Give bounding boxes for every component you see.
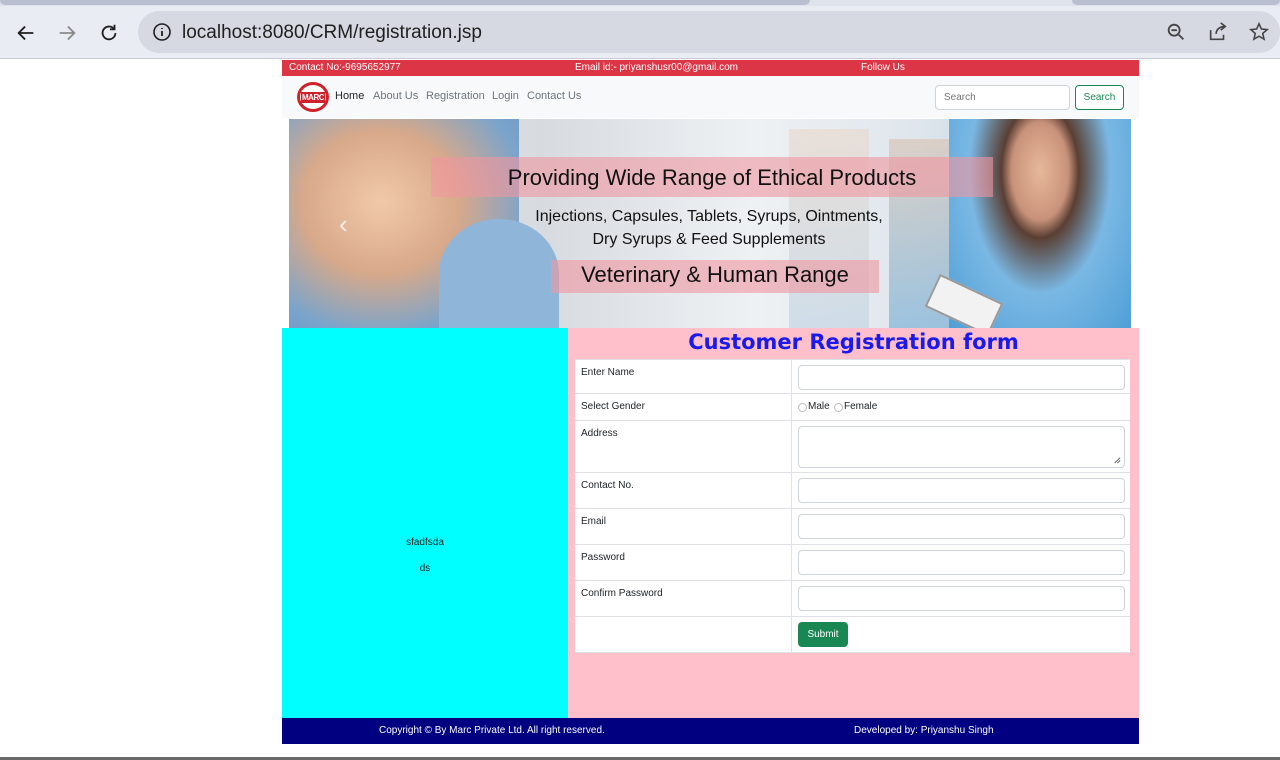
nav-contact-us[interactable]: Contact Us (527, 90, 581, 102)
email-label: Email (581, 516, 607, 527)
form-row-submit: Submit (575, 617, 1130, 653)
contact-field[interactable] (798, 478, 1125, 503)
browser-toolbar: localhost:8080/CRM/registration.jsp (0, 6, 1280, 59)
form-row-password: Password (575, 545, 1130, 581)
left-panel: sfadfsda ds (282, 328, 568, 718)
gender-female-radio[interactable] (834, 403, 843, 412)
registration-panel: Customer Registration form Enter Name Se… (568, 328, 1139, 718)
web-page: Contact No:-9695652977 Email id:- priyan… (282, 60, 1139, 744)
search-button[interactable]: Search (1075, 85, 1124, 110)
submit-button[interactable]: Submit (798, 622, 848, 647)
footer-developer: Developed by: Priyanshu Singh (854, 725, 994, 736)
resize-handle-icon[interactable] (1112, 455, 1121, 464)
banner-title: Providing Wide Range of Ethical Products (507, 165, 917, 190)
browser-tab[interactable] (1072, 0, 1280, 5)
footer-copyright: Copyright © By Marc Private Ltd. All rig… (379, 725, 605, 736)
gender-label: Select Gender (581, 401, 645, 412)
address-bar[interactable]: localhost:8080/CRM/registration.jsp (138, 11, 1280, 53)
forward-icon[interactable] (52, 18, 82, 48)
contact-topbar: Contact No:-9695652977 Email id:- priyan… (282, 60, 1139, 76)
share-icon[interactable] (1207, 21, 1229, 43)
confirm-password-field[interactable] (798, 586, 1125, 611)
nav-login[interactable]: Login (492, 90, 519, 102)
contact-label: Contact No. (581, 480, 634, 491)
hero-carousel: Providing Wide Range of Ethical Products… (289, 119, 1131, 328)
registration-form: Enter Name Select Gender Male Female Add… (575, 359, 1130, 653)
email-field[interactable] (798, 514, 1125, 539)
site-info-icon[interactable] (152, 22, 172, 42)
reload-icon[interactable] (94, 18, 124, 48)
form-row-confirm-password: Confirm Password (575, 581, 1130, 617)
url-text[interactable]: localhost:8080/CRM/registration.jsp (182, 22, 482, 44)
search-input[interactable] (935, 85, 1070, 110)
carousel-prev-icon[interactable]: ‹ (339, 209, 348, 240)
form-title: Customer Registration form (688, 330, 1019, 354)
back-icon[interactable] (11, 18, 41, 48)
left-panel-text-1: sfadfsda (406, 537, 444, 548)
password-label: Password (581, 552, 625, 563)
gender-male-label[interactable]: Male (808, 401, 830, 412)
browser-tab[interactable] (0, 0, 810, 5)
nav-home[interactable]: Home (335, 90, 364, 102)
marc-logo[interactable]: MARC (297, 82, 329, 112)
form-row-contact: Contact No. (575, 473, 1130, 509)
gender-male-radio[interactable] (798, 403, 807, 412)
address-label: Address (581, 428, 618, 439)
nav-registration[interactable]: Registration (426, 90, 485, 102)
footer: Copyright © By Marc Private Ltd. All rig… (282, 718, 1139, 744)
name-label: Enter Name (581, 367, 635, 378)
form-row-gender: Select Gender Male Female (575, 394, 1130, 421)
banner-products-line2: Dry Syrups & Feed Supplements (592, 231, 826, 248)
bookmark-star-icon[interactable] (1248, 21, 1270, 43)
form-row-address: Address (575, 421, 1130, 473)
password-field[interactable] (798, 550, 1125, 575)
contact-email: Email id:- priyanshusr00@gmail.com (575, 62, 738, 73)
form-row-email: Email (575, 509, 1130, 545)
confirm-password-label: Confirm Password (581, 588, 663, 599)
navbar: MARC Home About Us Registration Login Co… (282, 76, 1139, 118)
zoom-icon[interactable] (1165, 21, 1187, 43)
contact-number: Contact No:-9695652977 (289, 62, 401, 73)
gender-female-label[interactable]: Female (844, 401, 877, 412)
banner-products-line1: Injections, Capsules, Tablets, Syrups, O… (535, 208, 883, 225)
banner-range: Veterinary & Human Range (581, 262, 849, 287)
logo-text: MARC (301, 91, 325, 103)
address-textarea[interactable] (798, 426, 1125, 468)
follow-us[interactable]: Follow Us (861, 62, 905, 73)
form-row-name: Enter Name (575, 359, 1130, 394)
name-field[interactable] (798, 365, 1125, 390)
nav-about-us[interactable]: About Us (373, 90, 418, 102)
left-panel-text-2: ds (419, 563, 431, 574)
